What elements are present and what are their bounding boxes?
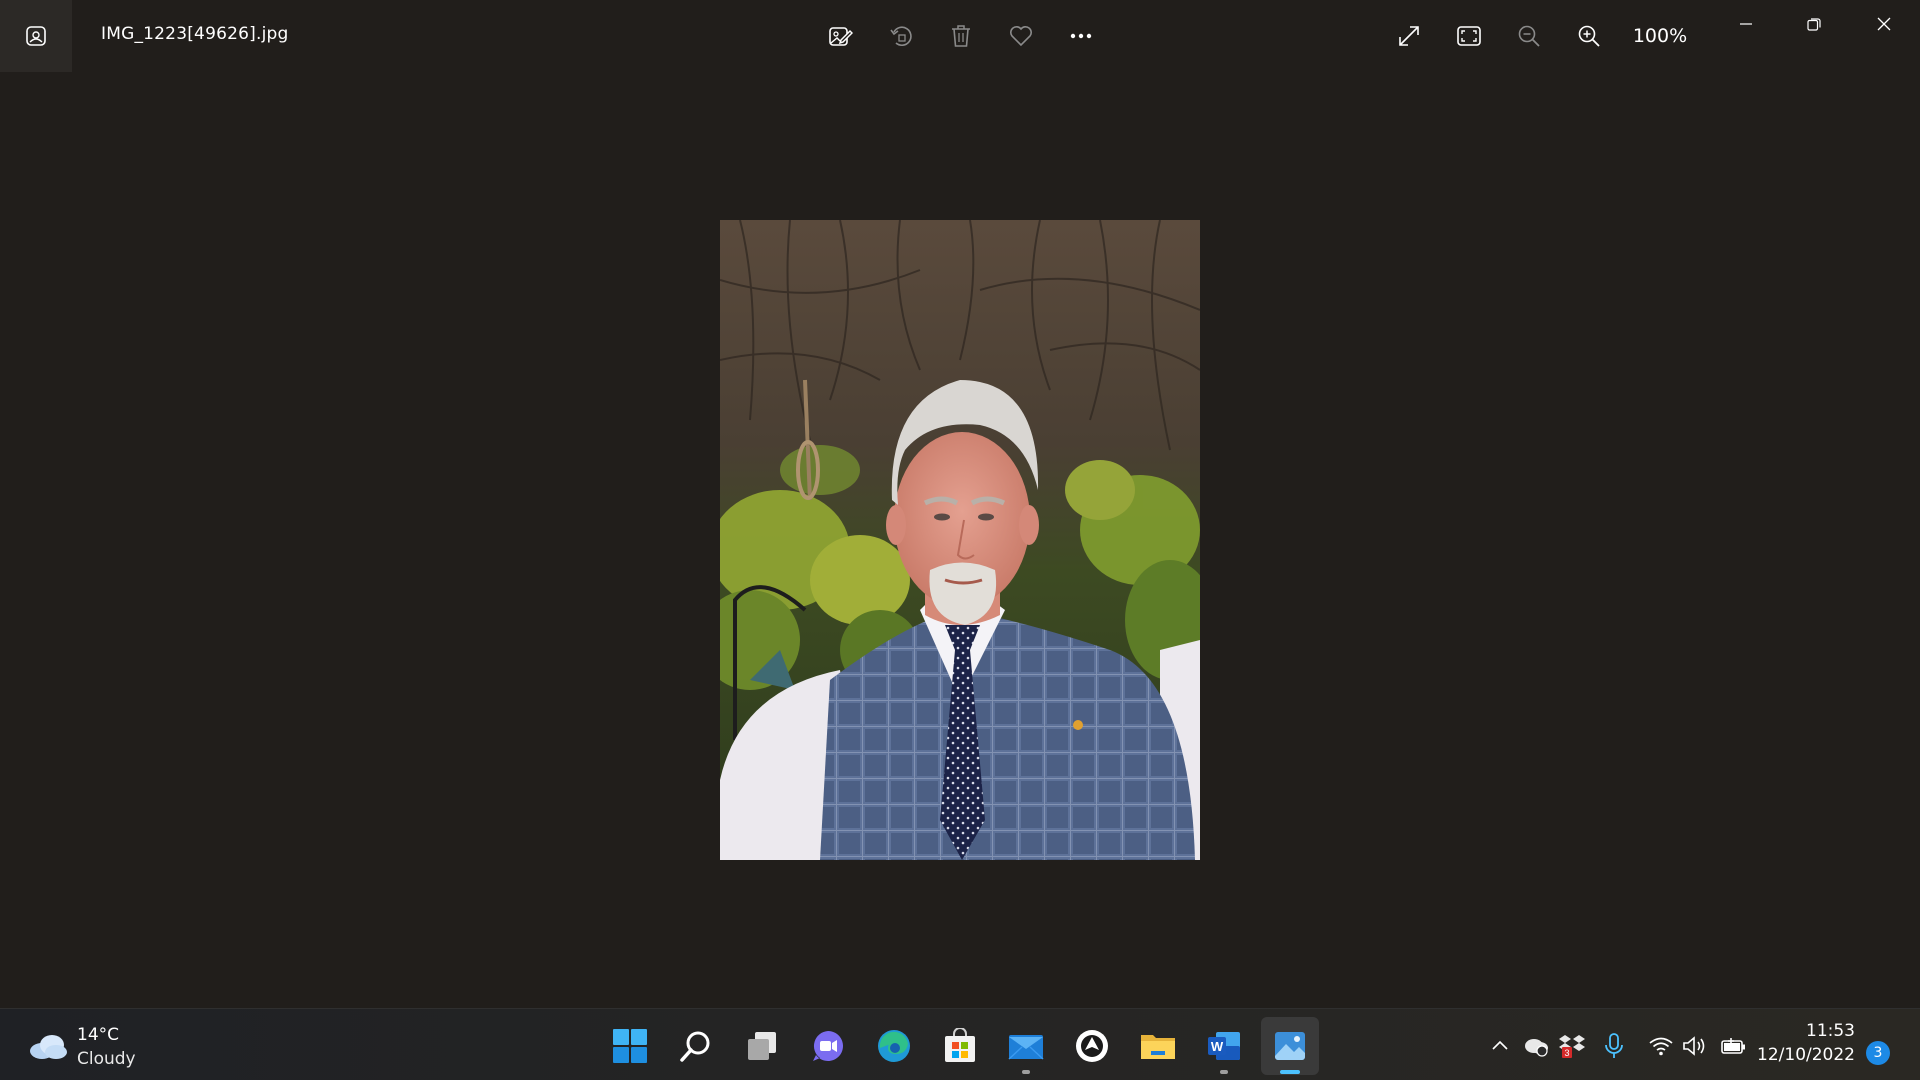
dropbox-button[interactable]: 3: [1555, 1029, 1589, 1063]
fullscreen-icon: [1399, 26, 1419, 46]
minimize-button[interactable]: [1712, 0, 1780, 48]
clock-time: 11:53: [1806, 1021, 1855, 1041]
zoom-level[interactable]: 100%: [1620, 20, 1700, 52]
portrait-photo-illustration: [720, 220, 1200, 860]
photos-button[interactable]: [1261, 1017, 1319, 1075]
zoom-in-button[interactable]: [1567, 14, 1611, 58]
microphone-button[interactable]: [1597, 1029, 1631, 1063]
weather-condition: Cloudy: [77, 1049, 136, 1069]
volume-icon: [1683, 1036, 1705, 1056]
task-view-icon: [748, 1032, 776, 1060]
favorite-button[interactable]: [999, 14, 1043, 58]
chevron-up-icon: [1492, 1040, 1508, 1050]
search-icon: [680, 1031, 710, 1062]
photos-icon: [1275, 1032, 1305, 1060]
more-options-button[interactable]: [1059, 14, 1103, 58]
clock[interactable]: 11:53 12/10/2022: [1755, 1019, 1855, 1071]
clock-date: 12/10/2022: [1757, 1045, 1855, 1065]
minimize-icon: [1740, 23, 1752, 25]
active-indicator: [1280, 1070, 1300, 1074]
onedrive-icon: [1525, 1039, 1548, 1057]
store-button[interactable]: [931, 1017, 989, 1075]
volume-button[interactable]: [1678, 1029, 1712, 1063]
zoom-in-icon: [1578, 25, 1600, 47]
edge-icon: [878, 1030, 910, 1062]
wifi-button[interactable]: [1644, 1029, 1678, 1063]
taskbar: 14°C Cloudy W 3 11:53 12/10/2022 3: [0, 1008, 1920, 1080]
mail-icon: [1008, 1035, 1044, 1060]
start-button[interactable]: [601, 1017, 659, 1075]
restore-icon: [1807, 18, 1821, 31]
more-icon: [1070, 33, 1092, 39]
edit-image-icon: [829, 27, 853, 46]
app-icon: [1076, 1030, 1108, 1062]
close-button[interactable]: [1850, 0, 1918, 48]
file-name: IMG_1223[49626].jpg: [101, 24, 289, 44]
favorite-icon: [1010, 26, 1032, 47]
microphone-icon: [1605, 1033, 1623, 1058]
word-icon: W: [1208, 1032, 1240, 1060]
weather-widget[interactable]: 14°C Cloudy: [22, 1021, 162, 1071]
onedrive-button[interactable]: [1519, 1029, 1553, 1063]
mail-button[interactable]: [997, 1017, 1055, 1075]
word-button[interactable]: W: [1195, 1017, 1253, 1075]
cloud-icon: [30, 1035, 67, 1059]
rotate-icon: [890, 26, 912, 46]
chat-icon: [813, 1031, 843, 1061]
task-view-button[interactable]: [733, 1017, 791, 1075]
file-explorer-icon: [1141, 1035, 1175, 1059]
fit-to-window-icon: [1457, 26, 1481, 46]
delete-button[interactable]: [939, 14, 983, 58]
file-explorer-button[interactable]: [1129, 1017, 1187, 1075]
wifi-icon: [1649, 1037, 1673, 1056]
image-icon: [26, 26, 46, 46]
start-icon: [613, 1029, 647, 1063]
restore-button[interactable]: [1780, 0, 1848, 48]
dropbox-icon: 3: [1559, 1035, 1585, 1058]
rotate-button[interactable]: [879, 14, 923, 58]
photos-app-icon[interactable]: [0, 0, 72, 72]
dropbox-badge: 3: [1564, 1048, 1569, 1058]
delete-icon: [952, 25, 970, 47]
edit-image-button[interactable]: [818, 14, 862, 58]
fit-to-window-button[interactable]: [1447, 14, 1491, 58]
show-hidden-icons-button[interactable]: [1483, 1029, 1517, 1063]
running-indicator: [1022, 1070, 1030, 1074]
displayed-photo[interactable]: [720, 220, 1200, 860]
close-icon: [1877, 17, 1891, 31]
zoom-out-button[interactable]: [1507, 14, 1551, 58]
notification-count-badge[interactable]: 3: [1866, 1041, 1890, 1065]
weather-temperature: 14°C: [77, 1025, 120, 1045]
zoom-out-icon: [1518, 25, 1540, 47]
edge-button[interactable]: [865, 1017, 923, 1075]
search-button[interactable]: [667, 1017, 725, 1075]
app-button[interactable]: [1063, 1017, 1121, 1075]
running-indicator: [1220, 1070, 1228, 1074]
title-bar: IMG_1223[49626].jpg 100%: [0, 0, 1920, 72]
fullscreen-button[interactable]: [1387, 14, 1431, 58]
battery-icon: [1721, 1038, 1745, 1054]
store-icon: [945, 1028, 975, 1062]
svg-text:W: W: [1211, 1039, 1224, 1054]
chat-button[interactable]: [799, 1017, 857, 1075]
battery-button[interactable]: [1716, 1029, 1750, 1063]
